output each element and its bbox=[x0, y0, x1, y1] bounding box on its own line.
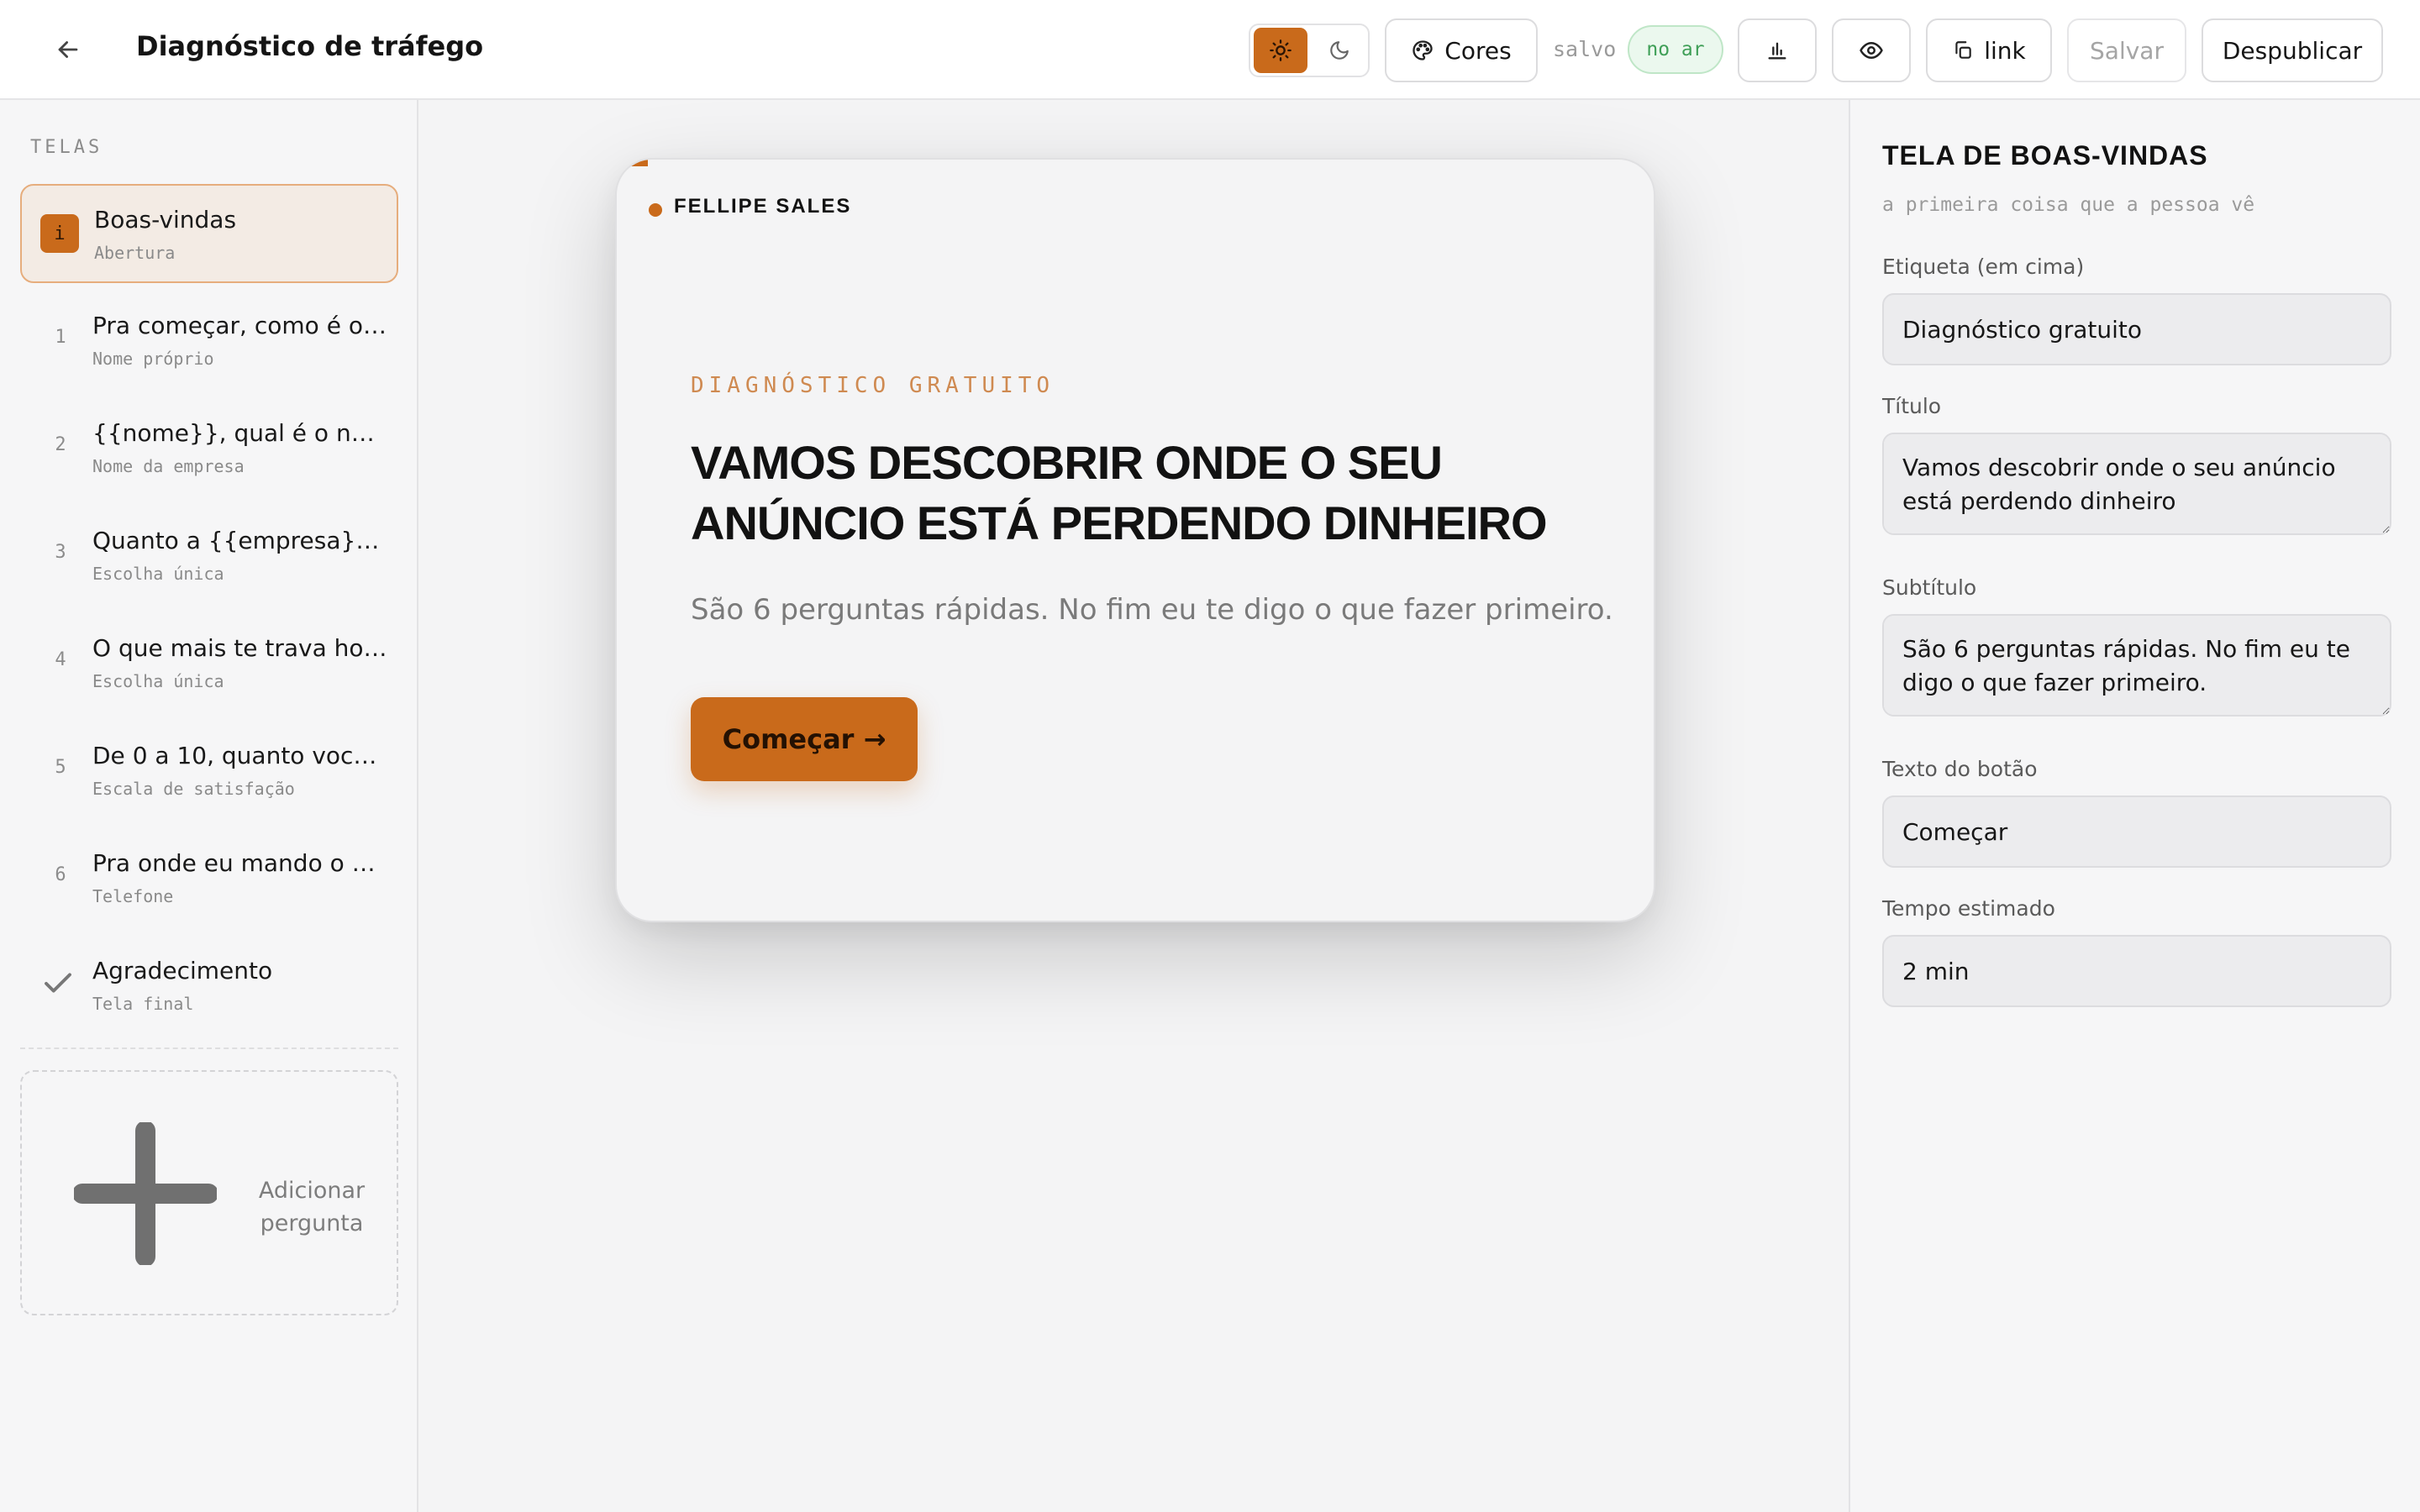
welcome-screen-preview: FELLIPE SALES DIAGNÓSTICO GRATUITO VAMOS… bbox=[615, 158, 1655, 922]
screen-type: Tela final bbox=[92, 994, 194, 1014]
screen-number: 1 bbox=[55, 327, 66, 348]
screen-number: 5 bbox=[55, 757, 66, 778]
screen-item-thanks[interactable]: Agradecimento Tela final bbox=[20, 937, 398, 1036]
progress-bar bbox=[617, 160, 1654, 166]
screen-title: De 0 a 10, quanto você co... bbox=[92, 742, 388, 769]
copy-link-button[interactable]: link bbox=[1926, 18, 2052, 82]
bar-chart-icon bbox=[1768, 42, 1786, 60]
screen-item-3[interactable]: 3 Quanto a {{empresa}} inv... Escolha ún… bbox=[20, 507, 398, 606]
colors-button[interactable]: Cores bbox=[1385, 18, 1538, 82]
screens-sidebar: TELAS i Boas-vindas Abertura 1 Pra começ… bbox=[0, 100, 418, 1512]
back-button[interactable] bbox=[47, 29, 89, 71]
copy-icon bbox=[1955, 41, 1971, 59]
preview-button[interactable] bbox=[1832, 18, 1911, 82]
screen-type: Nome próprio bbox=[92, 349, 214, 369]
top-bar: Diagnóstico de tráfego Cores salvo no ar… bbox=[0, 0, 2420, 100]
unpublish-button[interactable]: Despublicar bbox=[2202, 18, 2383, 82]
panel-title: TELA DE BOAS-VINDAS bbox=[1882, 140, 2208, 171]
screens-section-label: TELAS bbox=[30, 137, 103, 158]
add-question-label: Adicionar pergunta bbox=[258, 1178, 366, 1236]
time-field-label: Tempo estimado bbox=[1882, 896, 2055, 921]
subtitle-field-label: Subtítulo bbox=[1882, 575, 1977, 600]
stats-button[interactable] bbox=[1738, 18, 1817, 82]
sidebar-divider bbox=[20, 1047, 398, 1049]
save-button[interactable]: Salvar bbox=[2067, 18, 2186, 82]
title-field[interactable]: Vamos descobrir onde o seu anúncio está … bbox=[1882, 433, 2391, 535]
label-field-label: Etiqueta (em cima) bbox=[1882, 255, 2085, 279]
screen-number: 6 bbox=[55, 864, 66, 885]
add-question-button[interactable]: Adicionar pergunta bbox=[20, 1070, 398, 1315]
screen-item-5[interactable]: 5 De 0 a 10, quanto você co... Escala de… bbox=[20, 722, 398, 821]
label-field[interactable] bbox=[1882, 293, 2391, 365]
palette-icon bbox=[1413, 40, 1433, 60]
screen-type: Telefone bbox=[92, 886, 174, 906]
page-title: Diagnóstico de tráfego bbox=[136, 30, 484, 62]
screen-number: 2 bbox=[55, 434, 66, 455]
moon-icon bbox=[1330, 41, 1349, 60]
screen-title: Quanto a {{empresa}} inv... bbox=[92, 527, 388, 554]
eye-icon bbox=[1860, 42, 1883, 59]
screen-item-6[interactable]: 6 Pra onde eu mando o dia... Telefone bbox=[20, 829, 398, 928]
save-status: salvo bbox=[1553, 37, 1617, 61]
screen-title: Pra começar, como é o se... bbox=[92, 312, 388, 339]
title-field-label: Título bbox=[1882, 394, 1942, 418]
progress-fill bbox=[617, 160, 649, 166]
subtitle-field[interactable]: São 6 perguntas rápidas. No fim eu te di… bbox=[1882, 614, 2391, 717]
screen-number: 3 bbox=[55, 542, 66, 563]
screen-title: O que mais te trava hoje? bbox=[92, 634, 388, 662]
screen-title: {{nome}}, qual é o nome ... bbox=[92, 419, 388, 447]
panel-subtitle: a primeira coisa que a pessoa vê bbox=[1882, 194, 2255, 216]
screen-item-1[interactable]: 1 Pra começar, como é o se... Nome própr… bbox=[20, 291, 398, 391]
theme-toggle bbox=[1249, 24, 1370, 77]
screen-type: Escolha única bbox=[92, 564, 224, 584]
screen-title: Boas-vindas bbox=[94, 206, 237, 234]
screen-type: Escala de satisfação bbox=[92, 779, 295, 799]
preview-subtitle: São 6 perguntas rápidas. No fim eu te di… bbox=[691, 593, 1613, 627]
preview-title: VAMOS DESCOBRIR ONDE O SEU ANÚNCIO ESTÁ … bbox=[691, 436, 1548, 549]
screen-item-4[interactable]: 4 O que mais te trava hoje? Escolha únic… bbox=[20, 614, 398, 713]
screen-item-welcome[interactable]: i Boas-vindas Abertura bbox=[20, 184, 398, 283]
properties-panel: TELA DE BOAS-VINDAS a primeira coisa que… bbox=[1849, 100, 2420, 1512]
screen-number: 4 bbox=[55, 649, 66, 670]
brand-name: FELLIPE SALES bbox=[674, 195, 852, 218]
light-theme-button[interactable] bbox=[1254, 28, 1307, 73]
copy-link-label: link bbox=[1984, 36, 2026, 65]
screen-title: Agradecimento bbox=[92, 957, 273, 984]
screen-type: Escolha única bbox=[92, 671, 224, 691]
button-text-field-label: Texto do botão bbox=[1882, 757, 2038, 781]
sun-icon bbox=[1270, 39, 1292, 61]
screen-index-badge: i bbox=[40, 214, 79, 253]
live-status-badge: no ar bbox=[1628, 25, 1723, 74]
start-button[interactable]: Começar → bbox=[691, 697, 918, 781]
estimated-time-field[interactable] bbox=[1882, 935, 2391, 1007]
arrow-left-icon bbox=[58, 41, 78, 58]
brand-dot bbox=[649, 203, 662, 217]
preview-label: DIAGNÓSTICO GRATUITO bbox=[691, 373, 1055, 398]
screen-type: Abertura bbox=[94, 243, 176, 263]
screen-item-2[interactable]: 2 {{nome}}, qual é o nome ... Nome da em… bbox=[20, 399, 398, 498]
colors-button-label: Cores bbox=[1444, 36, 1512, 65]
plus-icon bbox=[74, 1122, 217, 1265]
dark-theme-button[interactable] bbox=[1313, 28, 1366, 73]
check-icon bbox=[45, 973, 71, 993]
button-text-field[interactable] bbox=[1882, 795, 2391, 868]
screen-type: Nome da empresa bbox=[92, 456, 245, 476]
screen-title: Pra onde eu mando o dia... bbox=[92, 849, 388, 877]
